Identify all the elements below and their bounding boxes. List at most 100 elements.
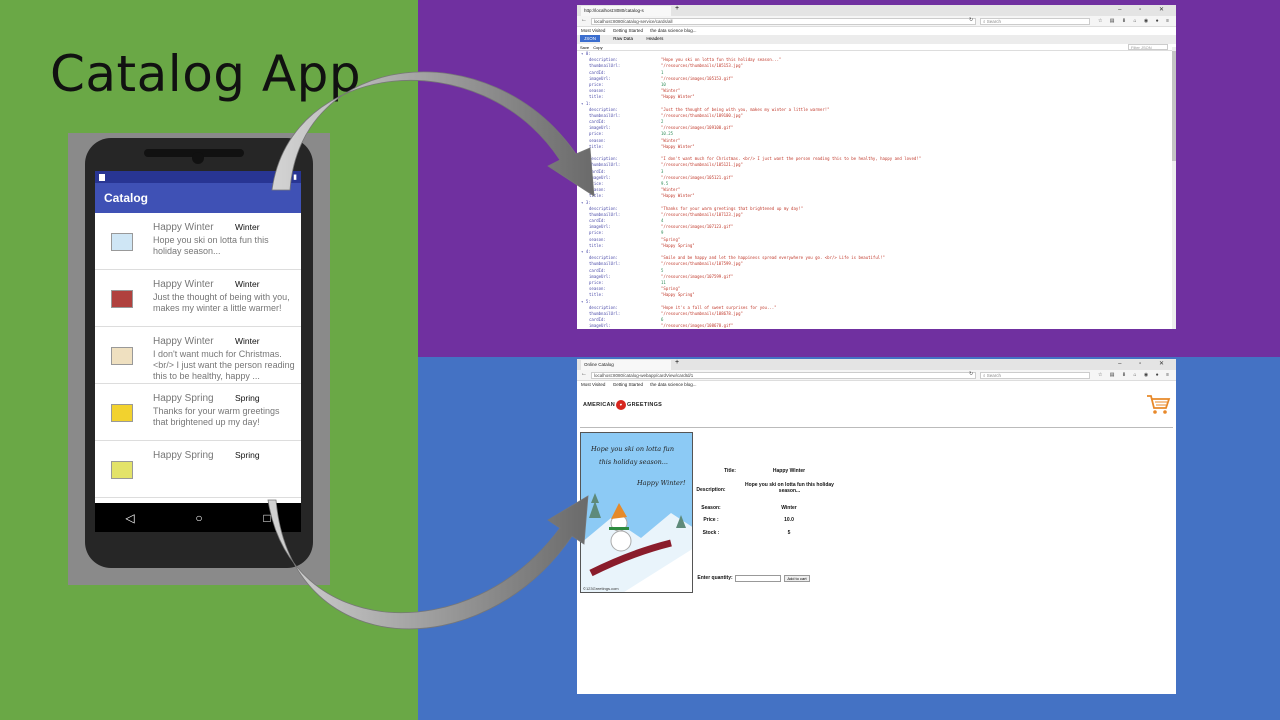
card-thumbnail — [111, 290, 133, 308]
search-placeholder: Search — [986, 373, 1002, 378]
json-viewer-tabs: JSON Raw Data Headers — [577, 35, 1176, 44]
json-value: "/resources/images/109100.gif" — [661, 125, 734, 131]
json-actions: Save Copy Filter JSON — [577, 44, 1176, 51]
search-placeholder: Search — [986, 19, 1002, 24]
json-value: "Smile and be happy and let the happines… — [661, 255, 885, 261]
json-value: "/resources/thumbnails/107123.jpg" — [661, 211, 743, 217]
json-index-toggle[interactable]: ▾ 5: — [581, 299, 591, 304]
url-field[interactable]: localhost:8080/catalog-webapp/cardView/c… — [591, 372, 976, 379]
json-value: "/resources/thumbnails/108678.jpg" — [661, 310, 743, 316]
browser-tab[interactable]: http://localhost:8080/catalog-s — [581, 6, 671, 16]
json-browser-window: http://localhost:8080/catalog-s + – ▫ ✕ … — [577, 5, 1176, 329]
json-value: 10 — [661, 81, 666, 87]
json-key: title: — [589, 193, 604, 199]
item-description: Hope you ski on lotta fun this holiday s… — [153, 235, 269, 256]
browser-tab[interactable]: Online Catalog — [581, 360, 671, 370]
item-description: Just the thought of being with you, make… — [153, 292, 290, 313]
list-item[interactable]: Happy Winter Winter Just the thought of be… — [95, 270, 301, 327]
add-to-cart-button[interactable]: Add to cart — [784, 575, 810, 582]
search-input[interactable]: ⌕ Search — [980, 18, 1090, 25]
json-value: "Happy Winter" — [661, 143, 695, 149]
new-tab-icon[interactable]: + — [675, 359, 679, 366]
bookmark-most-visited[interactable]: Most Visited — [581, 28, 605, 33]
tab-raw-data[interactable]: Raw Data — [613, 36, 633, 41]
item-title: Happy Spring — [153, 393, 214, 404]
reload-icon[interactable]: ↻ — [969, 371, 973, 377]
price-label: Price : — [703, 517, 719, 523]
stock-value: 5 — [787, 530, 791, 536]
json-value: "Winter" — [661, 137, 681, 143]
navigation-bar: ← localhost:8080/catalog-service/cards/a… — [577, 16, 1176, 27]
json-value: "/resources/images/105121.gif" — [661, 174, 734, 180]
signal-battery-icons: ▾ ▮ — [287, 174, 297, 181]
quantity-label: Enter quantity: — [697, 575, 733, 581]
item-title: Happy Winter — [153, 222, 214, 233]
json-key: title: — [589, 292, 604, 298]
bookmark-getting-started[interactable]: Getting Started — [613, 28, 643, 33]
quantity-input[interactable] — [735, 575, 781, 582]
json-value: "Hope you ski on lotta fun this holiday … — [661, 57, 782, 63]
json-value: 1 — [661, 69, 664, 75]
catalog-web-page: AMERICAN ♥ GREETINGS Hope you ski on lot… — [577, 389, 1176, 684]
sd-card-icon — [99, 173, 105, 181]
reload-icon[interactable]: ↻ — [969, 17, 973, 23]
window-controls[interactable]: – ▫ ✕ — [1118, 6, 1172, 13]
url-field[interactable]: localhost:8080/catalog-service/cards/all — [591, 18, 976, 25]
json-value: 5 — [661, 267, 664, 273]
home-icon[interactable]: ○ — [195, 511, 202, 525]
json-value: "Winter" — [661, 88, 681, 94]
item-description: Thanks for your warm greetings that brig… — [153, 406, 280, 427]
item-season: Winter — [235, 279, 260, 289]
list-item[interactable]: Happy Winter Winter Hope you ski on lotta … — [95, 213, 301, 270]
json-key: title: — [589, 94, 604, 100]
bookmark-most-visited[interactable]: Most Visited — [581, 382, 605, 387]
vertical-scrollbar[interactable] — [1172, 47, 1176, 329]
new-tab-icon[interactable]: + — [675, 5, 679, 12]
json-index-toggle[interactable]: ▾ 3: — [581, 200, 591, 205]
json-value: 11 — [661, 279, 666, 285]
json-index-toggle[interactable]: ▾ 0: — [581, 51, 591, 56]
tab-json[interactable]: JSON — [580, 35, 601, 42]
json-value: "/resources/thumbnails/107599.jpg" — [661, 261, 743, 267]
back-arrow-icon[interactable]: ← — [581, 17, 587, 23]
card-details: Title: Happy Winter Description: Hope yo… — [577, 389, 1176, 684]
title-value: Happy Winter — [772, 468, 806, 474]
webapp-browser-window: Online Catalog + – ▫ ✕ ← localhost:8080/… — [577, 359, 1176, 694]
toolbar-icons[interactable]: ☆ ▤ ⬇ ⌂ ◉ ● ≡ — [1098, 372, 1172, 378]
list-item[interactable]: Happy Winter Winter I don't want much for … — [95, 327, 301, 384]
search-input[interactable]: ⌕ Search — [980, 372, 1090, 379]
item-title: Happy Winter — [153, 279, 214, 290]
bookmark-data-science[interactable]: the data science blog... — [650, 382, 696, 387]
list-item[interactable]: Happy Spring Spring — [95, 441, 301, 498]
json-value: "Happy Spring" — [661, 242, 695, 248]
json-value: "/resources/images/107123.gif" — [661, 224, 734, 230]
json-value: "I don't want much for Christmas. <br/> … — [661, 156, 922, 162]
bookmark-data-science[interactable]: the data science blog... — [650, 28, 696, 33]
json-index-toggle[interactable]: ▾ 4: — [581, 249, 591, 254]
json-value: 10.25 — [661, 131, 674, 137]
back-arrow-icon[interactable]: ← — [581, 371, 587, 377]
json-tree: ▾ 0: description: "Hope you ski on lotta f… — [577, 51, 1176, 329]
tab-headers[interactable]: Headers — [646, 36, 663, 41]
copy-button[interactable]: Copy — [593, 45, 602, 50]
back-icon[interactable]: ◁ — [125, 511, 134, 525]
json-value: 2 — [661, 119, 664, 125]
window-controls[interactable]: – ▫ ✕ — [1118, 360, 1172, 367]
card-thumbnail — [111, 404, 133, 422]
filter-json-input[interactable]: Filter JSON — [1128, 44, 1168, 50]
json-value: 3 — [661, 168, 664, 174]
item-season: Winter — [235, 222, 260, 232]
list-item[interactable]: Happy Spring Spring Thanks for your warm g… — [95, 384, 301, 441]
json-index-toggle[interactable]: ▾ 1: — [581, 101, 591, 106]
json-value: "/resources/images/105153.gif" — [661, 75, 734, 81]
slide: Catalog App ▾ ▮ Catalog Happy Winter Wint… — [0, 0, 1280, 720]
price-value: 10.0 — [784, 517, 794, 523]
recents-icon[interactable]: □ — [263, 511, 270, 525]
card-list[interactable]: Happy Winter Winter Hope you ski on lotta … — [95, 213, 301, 498]
json-index-toggle[interactable]: ▾ 2: — [581, 150, 591, 155]
toolbar-icons[interactable]: ☆ ▤ ⬇ ⌂ ◉ ● ≡ — [1098, 18, 1172, 24]
save-button[interactable]: Save — [580, 45, 589, 50]
json-value: "Spring" — [661, 286, 681, 292]
bookmark-getting-started[interactable]: Getting Started — [613, 382, 643, 387]
json-key: title: — [589, 143, 604, 149]
